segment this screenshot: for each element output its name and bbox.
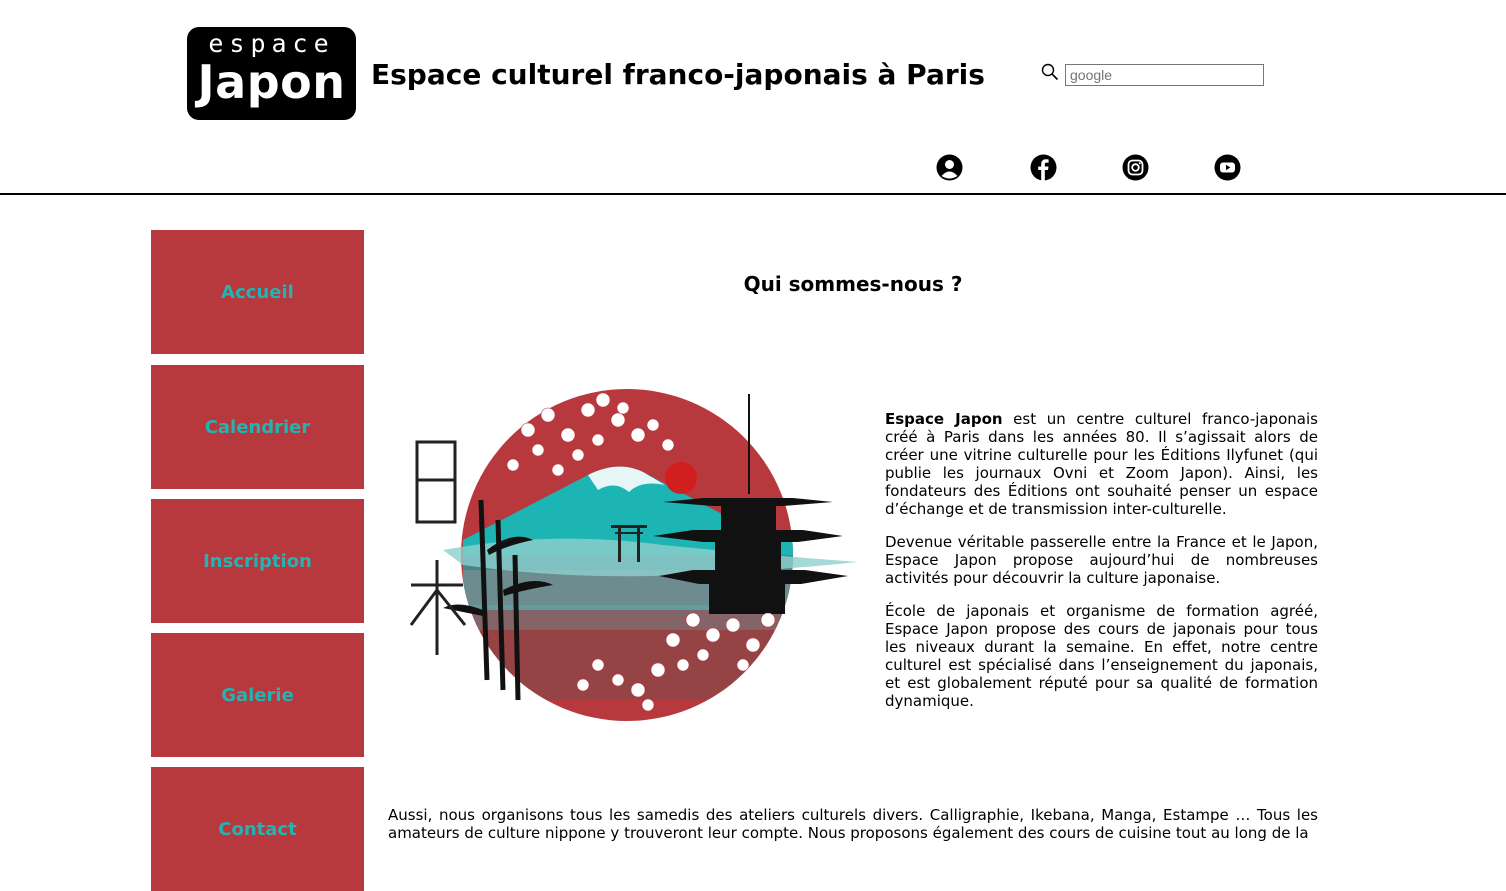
- nav-label: Contact: [218, 818, 297, 840]
- header-divider: [0, 193, 1506, 195]
- instagram-icon[interactable]: [1122, 154, 1149, 181]
- nav-label: Galerie: [221, 684, 294, 706]
- youtube-icon[interactable]: [1214, 154, 1241, 181]
- intro-text: Espace Japon est un centre culturel fran…: [885, 410, 1318, 725]
- site-header: espace Japon Espace culturel franco-japo…: [0, 0, 1506, 196]
- nav-label: Accueil: [221, 281, 294, 303]
- logo-main-text: Japon: [197, 55, 346, 109]
- nav-contact[interactable]: Contact: [151, 767, 364, 891]
- japan-landscape-illustration: [409, 389, 858, 721]
- nav-label: Inscription: [203, 550, 312, 572]
- facebook-icon[interactable]: [1030, 154, 1057, 181]
- nav-galerie[interactable]: Galerie: [151, 633, 364, 757]
- activities-paragraph: Aussi, nous organisons tous les samedis …: [388, 806, 1318, 842]
- search-input[interactable]: [1065, 64, 1264, 86]
- intro-paragraph-2: Devenue véritable passerelle entre la Fr…: [885, 533, 1318, 587]
- nav-inscription[interactable]: Inscription: [151, 499, 364, 623]
- nav-label: Calendrier: [204, 416, 311, 438]
- site-title: Espace culturel franco-japonais à Paris: [371, 58, 985, 91]
- page-title: Qui sommes-nous ?: [743, 272, 963, 296]
- espace-japon-logo[interactable]: espace Japon: [187, 27, 356, 120]
- nav-calendrier[interactable]: Calendrier: [151, 365, 364, 489]
- search-icon[interactable]: [1041, 63, 1059, 81]
- intro-bold-name: Espace Japon: [885, 410, 1003, 428]
- nav-accueil[interactable]: Accueil: [151, 230, 364, 354]
- intro-paragraph-3: École de japonais et organisme de format…: [885, 602, 1318, 710]
- user-icon[interactable]: [936, 154, 963, 181]
- intro-paragraph-1: Espace Japon est un centre culturel fran…: [885, 410, 1318, 518]
- logo-top-text: espace: [208, 29, 335, 58]
